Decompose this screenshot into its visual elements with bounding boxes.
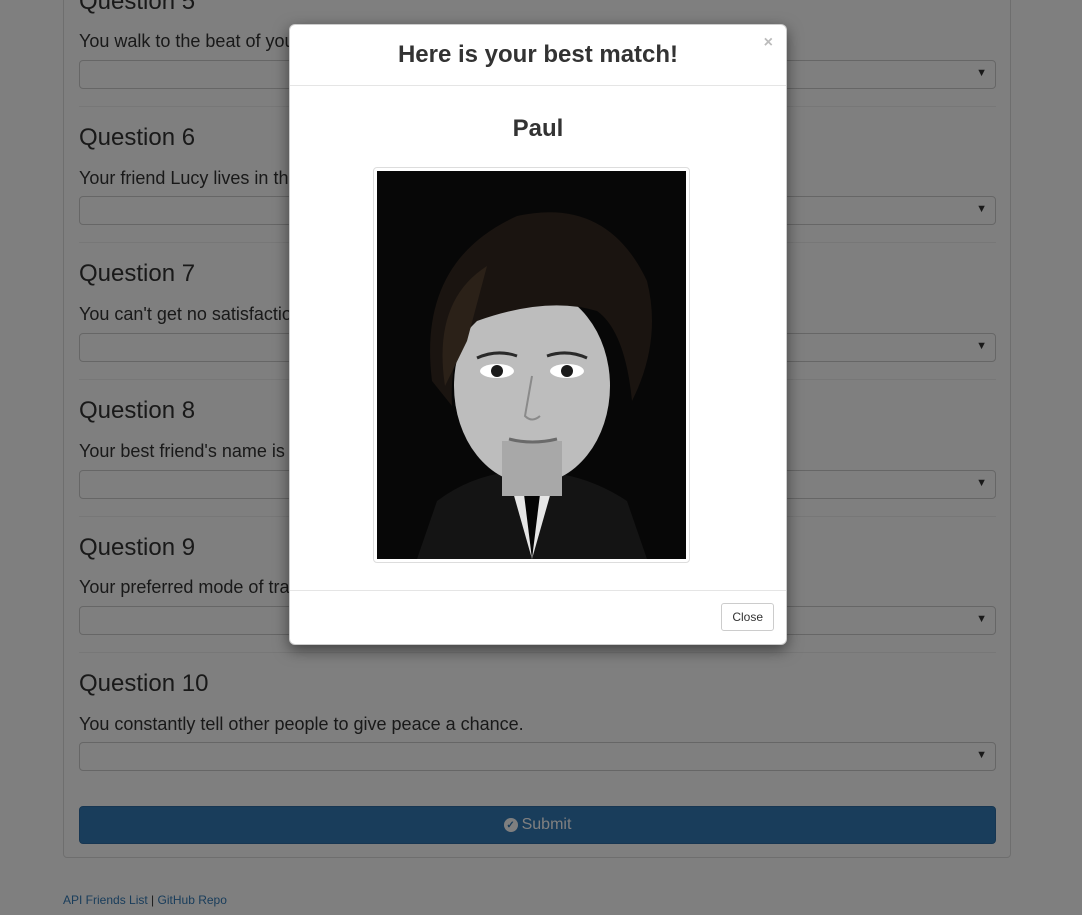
close-button[interactable]: Close xyxy=(721,603,774,631)
close-icon[interactable]: × xyxy=(764,34,773,52)
match-photo-frame xyxy=(373,167,690,563)
modal-header: Here is your best match! × xyxy=(290,25,786,86)
modal-footer: Close xyxy=(290,590,786,644)
best-match-modal: Here is your best match! × Paul Close xyxy=(289,24,787,645)
modal-title: Here is your best match! xyxy=(397,41,679,68)
portrait-photo xyxy=(377,171,686,559)
match-name: Paul xyxy=(512,115,564,142)
